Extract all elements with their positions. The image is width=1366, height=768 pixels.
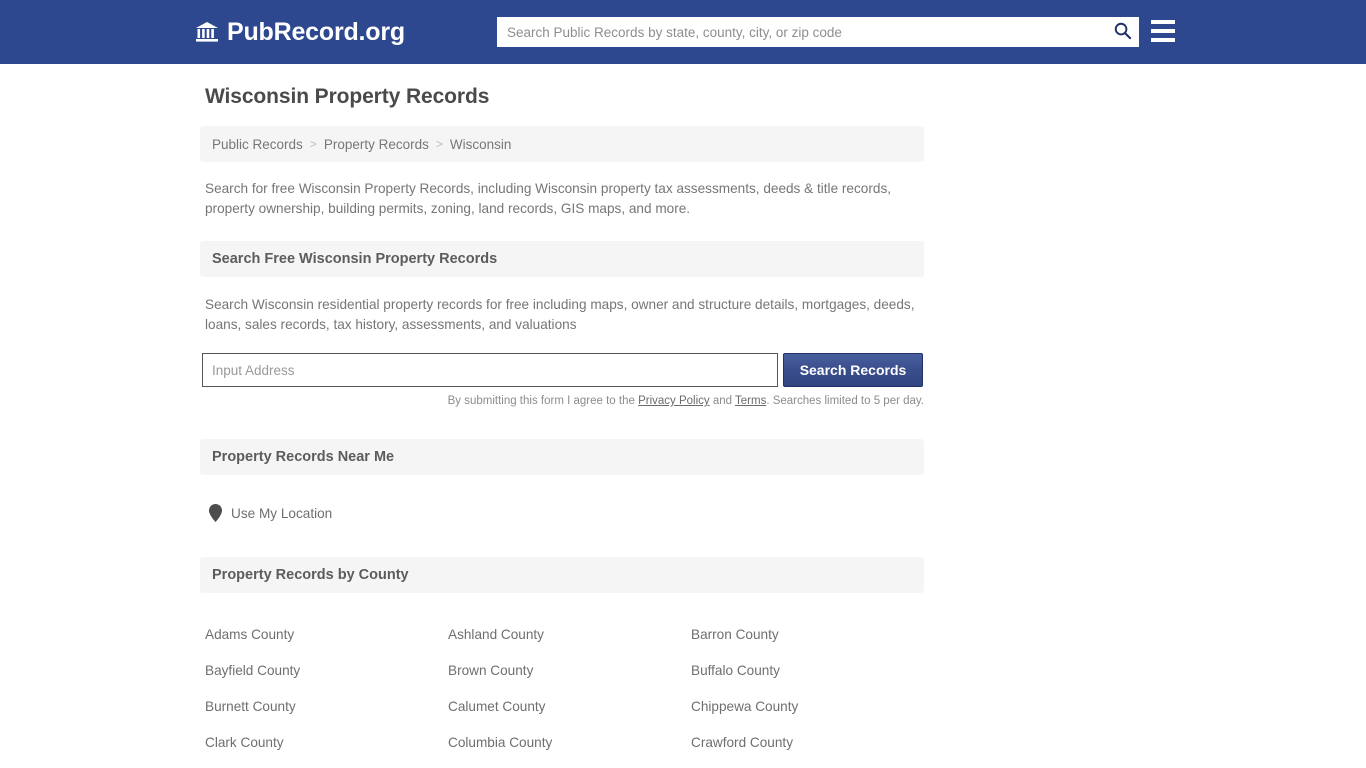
- address-search-form: Search Records: [202, 353, 924, 387]
- breadcrumb: Public Records > Property Records > Wisc…: [200, 126, 924, 162]
- disclaimer-and: and: [709, 395, 736, 407]
- county-link[interactable]: Adams County: [205, 617, 448, 653]
- hamburger-bar-2: [1151, 29, 1175, 33]
- county-link[interactable]: Door County: [691, 761, 929, 768]
- page-body: Wisconsin Property Records Public Record…: [0, 64, 1366, 768]
- map-pin-icon: [209, 504, 222, 522]
- use-my-location-button[interactable]: Use My Location: [209, 504, 332, 522]
- county-link[interactable]: Bayfield County: [205, 653, 448, 689]
- page-intro-text: Search for free Wisconsin Property Recor…: [205, 181, 892, 216]
- county-link[interactable]: Dane County: [205, 761, 448, 768]
- use-my-location-label: Use My Location: [231, 505, 333, 521]
- search-input[interactable]: [497, 17, 1105, 47]
- terms-link[interactable]: Terms: [735, 395, 766, 407]
- near-me-section-heading: Property Records Near Me: [200, 439, 924, 475]
- search-section-heading: Search Free Wisconsin Property Records: [200, 241, 924, 277]
- bank-building-icon: [194, 19, 220, 45]
- hamburger-menu-icon[interactable]: [1151, 20, 1175, 42]
- county-link[interactable]: Burnett County: [205, 689, 448, 725]
- county-link[interactable]: Columbia County: [448, 725, 691, 761]
- breadcrumb-item-public-records[interactable]: Public Records: [212, 137, 303, 152]
- county-link[interactable]: Ashland County: [448, 617, 691, 653]
- county-link[interactable]: Dodge County: [448, 761, 691, 768]
- hamburger-bar-1: [1151, 20, 1175, 24]
- county-link[interactable]: Chippewa County: [691, 689, 929, 725]
- breadcrumb-item-property-records[interactable]: Property Records: [324, 137, 429, 152]
- form-disclaimer: By submitting this form I agree to the P…: [200, 395, 924, 407]
- county-link[interactable]: Calumet County: [448, 689, 691, 725]
- breadcrumb-item-wisconsin: Wisconsin: [449, 136, 512, 152]
- county-link[interactable]: Buffalo County: [691, 653, 929, 689]
- search-submit-button[interactable]: [1105, 17, 1139, 47]
- county-section-heading: Property Records by County: [200, 557, 924, 593]
- header-search-bar: [497, 17, 1139, 47]
- site-header: PubRecord.org: [0, 0, 1366, 64]
- search-records-button[interactable]: Search Records: [783, 353, 923, 387]
- brand-logo-link[interactable]: PubRecord.org: [194, 18, 405, 47]
- county-link[interactable]: Clark County: [205, 725, 448, 761]
- breadcrumb-separator: >: [309, 137, 317, 151]
- county-link[interactable]: Brown County: [448, 653, 691, 689]
- breadcrumb-separator: >: [435, 137, 443, 151]
- disclaimer-suffix: . Searches limited to 5 per day.: [766, 395, 924, 407]
- brand-name: PubRecord.org: [227, 17, 405, 46]
- privacy-policy-link[interactable]: Privacy Policy: [638, 395, 710, 407]
- search-icon: [1113, 21, 1132, 43]
- county-links-grid: Adams County Ashland County Barron Count…: [205, 617, 924, 768]
- disclaimer-prefix: By submitting this form I agree to the: [447, 395, 639, 407]
- county-link[interactable]: Barron County: [691, 617, 929, 653]
- content-container: Wisconsin Property Records Public Record…: [200, 85, 924, 768]
- hamburger-bar-3: [1151, 38, 1175, 42]
- address-input[interactable]: [202, 353, 778, 387]
- county-link[interactable]: Crawford County: [691, 725, 929, 761]
- page-title: Wisconsin Property Records: [205, 85, 490, 108]
- search-section-description: Search Wisconsin residential property re…: [205, 297, 915, 332]
